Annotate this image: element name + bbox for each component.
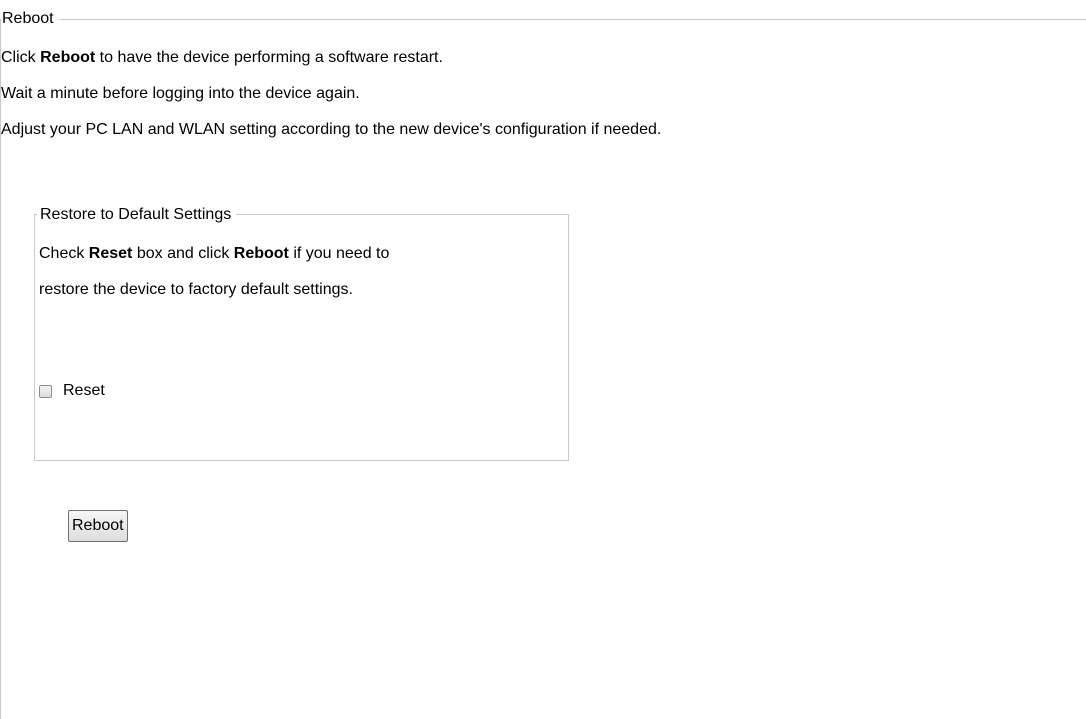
reset-emphasis: Reset — [88, 245, 133, 262]
reboot-instruction-line-1: Click Reboot to have the device performi… — [1, 49, 443, 66]
reboot-emphasis: Reboot — [233, 245, 289, 262]
reboot-emphasis: Reboot — [40, 49, 96, 66]
reboot-legend: Reboot — [2, 9, 59, 29]
reboot-button[interactable]: Reboot — [68, 510, 128, 542]
restore-instruction-line-1: Check Reset box and click Reboot if you … — [39, 245, 390, 262]
reset-label[interactable]: Reset — [63, 381, 105, 401]
reboot-instruction-line-2: Wait a minute before logging into the de… — [1, 85, 360, 102]
reset-checkbox[interactable] — [39, 384, 52, 398]
reset-option: Reset — [39, 380, 105, 402]
restore-defaults-legend: Restore to Default Settings — [37, 205, 237, 225]
reboot-instruction-line-3: Adjust your PC LAN and WLAN setting acco… — [1, 121, 662, 138]
restore-instruction-line-2: restore the device to factory default se… — [39, 281, 353, 298]
